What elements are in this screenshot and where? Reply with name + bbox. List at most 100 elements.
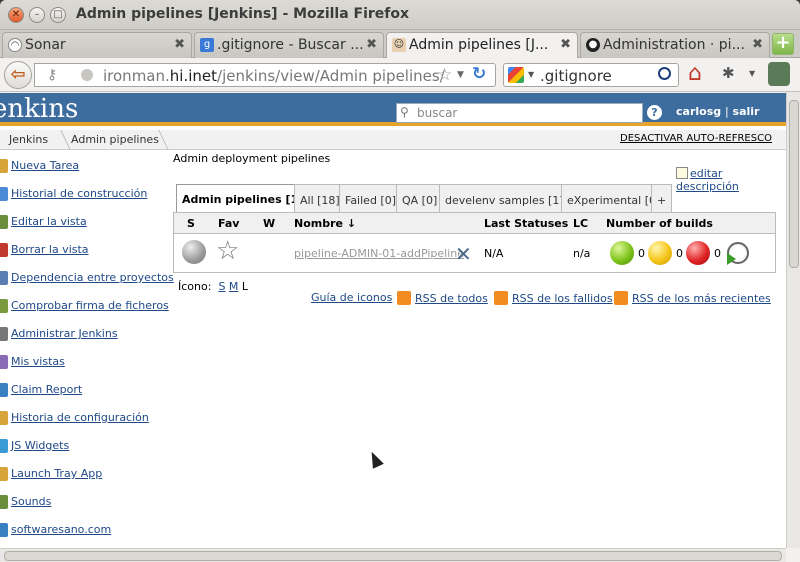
- close-tab-icon[interactable]: ✖: [752, 33, 763, 57]
- close-window-button[interactable]: ✕: [8, 7, 24, 23]
- sidebar-task-link[interactable]: Dependencia entre proyectos: [11, 271, 174, 284]
- failed-count: 0: [714, 247, 721, 260]
- tab-all-view[interactable]: All [18]: [294, 184, 346, 212]
- bug-icon[interactable]: ✱: [722, 64, 735, 82]
- sidebar-task-link[interactable]: softwaresano.com: [11, 523, 111, 536]
- user-separator: |: [724, 105, 729, 118]
- job-name-link[interactable]: pipeline-ADMIN-01-addPipeline: [294, 247, 464, 260]
- tab-qa-view[interactable]: QA [0]: [396, 184, 444, 212]
- new-tab-button[interactable]: +: [772, 33, 794, 55]
- tab-admin-pipelines-view[interactable]: Admin pipelines [1]: [176, 184, 310, 213]
- horizontal-scrollbar[interactable]: [0, 548, 786, 562]
- identity-key-icon[interactable]: ⚷: [47, 67, 57, 83]
- build-tools-icon[interactable]: ✕: [455, 242, 472, 266]
- icon-size-medium[interactable]: M: [229, 280, 239, 293]
- tab-admin-pipelines[interactable]: ☺ Admin pipelines [J... ✖: [386, 32, 578, 59]
- help-icon[interactable]: ?: [647, 105, 662, 120]
- breadcrumb: Jenkins Admin pipelines DESACTIVAR AUTO-…: [0, 130, 786, 150]
- sidebar-task-link[interactable]: Borrar la vista: [11, 243, 89, 256]
- rss-latest-link[interactable]: RSS de los más recientes: [614, 291, 771, 305]
- history-dropdown-icon[interactable]: ▼: [457, 70, 464, 80]
- sidebar-task-link[interactable]: Mis vistas: [11, 355, 65, 368]
- rss-icon: [614, 291, 628, 305]
- column-number-of-builds[interactable]: Number of builds: [606, 217, 713, 230]
- reload-icon[interactable]: ↻: [472, 64, 486, 84]
- column-status[interactable]: S: [187, 217, 195, 230]
- task-icon: [0, 243, 8, 257]
- edit-description-link[interactable]: editar descripción: [676, 167, 786, 193]
- sidebar-task-link[interactable]: Nueva Tarea: [11, 159, 79, 172]
- breadcrumb-jenkins[interactable]: Jenkins: [9, 133, 48, 146]
- addon-dropdown-icon[interactable]: ▼: [749, 69, 755, 78]
- sidebar-task-link[interactable]: Administrar Jenkins: [11, 327, 118, 340]
- navigation-bar: ⚷ ironman.hi.inet/jenkins/view/Admin pip…: [0, 58, 800, 92]
- sidebar-task-link[interactable]: Editar la vista: [11, 215, 87, 228]
- back-button[interactable]: ⇦: [4, 61, 32, 89]
- close-tab-icon[interactable]: ✖: [174, 33, 185, 57]
- browser-window: ✕ – □ Admin pipelines [Jenkins] - Mozill…: [0, 0, 800, 562]
- column-name[interactable]: Nombre ↓: [294, 217, 356, 230]
- unstable-ball-icon: [648, 241, 672, 265]
- jenkins-search-input[interactable]: ⚲ buscar: [396, 103, 643, 123]
- url-bar[interactable]: ⚷ ironman.hi.inet/jenkins/view/Admin pip…: [34, 63, 496, 87]
- sidebar-task-link[interactable]: Historia de configuración: [11, 411, 149, 424]
- engine-dropdown-icon[interactable]: ▼: [528, 70, 534, 79]
- bookmark-star-icon[interactable]: ☆: [437, 65, 452, 85]
- task-icon: [0, 299, 8, 313]
- search-icon[interactable]: [658, 67, 671, 80]
- search-bar[interactable]: ▼ .gitignore: [503, 63, 679, 87]
- search-icon: ⚲: [400, 105, 409, 119]
- task-icon: [0, 215, 8, 229]
- vertical-scrollbar[interactable]: [786, 92, 800, 548]
- horizontal-scroll-thumb[interactable]: [4, 551, 782, 561]
- icon-size-small[interactable]: S: [218, 280, 225, 293]
- mouse-cursor-icon: [366, 449, 384, 469]
- sidebar-task-link[interactable]: Historial de construcción: [11, 187, 147, 200]
- google-search-engine-icon[interactable]: [508, 67, 524, 83]
- tab-failed-view[interactable]: Failed [0]: [339, 184, 402, 212]
- column-fav[interactable]: Fav: [218, 217, 239, 230]
- column-weather[interactable]: W: [263, 217, 275, 230]
- sidebar-task-link[interactable]: Launch Tray App: [11, 467, 102, 480]
- close-tab-icon[interactable]: ✖: [560, 33, 571, 57]
- jenkins-logo[interactable]: enkins: [0, 94, 78, 124]
- tab-bar: ◠ Sonar ✖ g .gitignore - Buscar ... ✖ ☺ …: [0, 30, 800, 59]
- breadcrumb-admin-pipelines[interactable]: Admin pipelines: [71, 133, 159, 146]
- column-lc[interactable]: LC: [573, 217, 588, 230]
- tab-sonar[interactable]: ◠ Sonar ✖: [2, 32, 192, 58]
- task-icon: [0, 439, 8, 453]
- rss-all-link[interactable]: RSS de todos: [397, 291, 488, 305]
- sidebar-task-link[interactable]: Sounds: [11, 495, 51, 508]
- logout-link[interactable]: salir: [733, 105, 760, 118]
- jobs-table: S Fav W Nombre ↓ Last Statuses LC Number…: [173, 212, 776, 273]
- rss-failed-link[interactable]: RSS de los fallidos: [494, 291, 613, 305]
- maximize-window-button[interactable]: □: [50, 7, 66, 23]
- minimize-window-button[interactable]: –: [29, 7, 45, 23]
- tab-gitignore-search[interactable]: g .gitignore - Buscar ... ✖: [194, 32, 384, 58]
- icon-size-label: Ícono:: [178, 280, 212, 293]
- task-icon: [0, 159, 8, 173]
- globe-icon: [81, 69, 93, 81]
- task-icon: [0, 271, 8, 285]
- view-description: Admin deployment pipelines: [173, 152, 331, 165]
- user-link[interactable]: carlosg: [676, 105, 721, 118]
- task-icon: [0, 187, 8, 201]
- favorite-star-icon[interactable]: ☆: [216, 236, 239, 266]
- vertical-scroll-thumb[interactable]: [789, 100, 799, 268]
- home-icon[interactable]: ⌂: [688, 61, 702, 86]
- sidebar-task-link[interactable]: Claim Report: [11, 383, 82, 396]
- autorefresh-link[interactable]: DESACTIVAR AUTO-REFRESCO: [620, 133, 772, 144]
- failed-ball-icon: [686, 241, 710, 265]
- sidebar-task-link[interactable]: JS Widgets: [11, 439, 69, 452]
- search-input[interactable]: .gitignore: [540, 67, 612, 85]
- evernote-icon[interactable]: [768, 62, 790, 86]
- play-icon: [727, 253, 736, 265]
- jenkins-page: enkins ⚲ buscar ? carlosg | salir Jenkin…: [0, 93, 786, 548]
- close-tab-icon[interactable]: ✖: [366, 33, 377, 57]
- sidebar-task-link[interactable]: Comprobar firma de ficheros: [11, 299, 169, 312]
- column-last-statuses[interactable]: Last Statuses: [484, 217, 568, 230]
- icon-legend-link[interactable]: Guía de iconos: [311, 291, 392, 304]
- tab-administration[interactable]: ● Administration · pi... ✖: [580, 32, 770, 58]
- tab-develenv-samples-view[interactable]: develenv samples [17]: [439, 184, 577, 212]
- add-view-tab[interactable]: +: [651, 184, 673, 212]
